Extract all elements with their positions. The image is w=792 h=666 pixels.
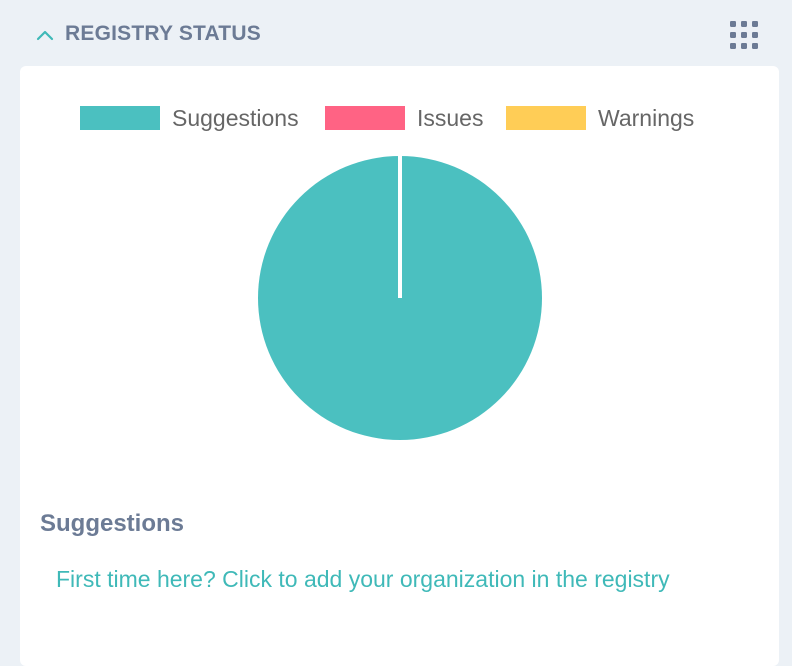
- legend-swatch-suggestions: [80, 106, 160, 130]
- panel-header: REGISTRY STATUS: [0, 0, 792, 66]
- suggestions-heading: Suggestions: [40, 510, 185, 537]
- legend-label-issues: Issues: [417, 105, 484, 131]
- registry-status-card: Suggestions Issues Warnings Suggestions …: [20, 66, 779, 666]
- grid-dots-icon[interactable]: [729, 20, 759, 50]
- add-organization-link[interactable]: First time here? Click to add your organ…: [56, 564, 696, 595]
- panel-title: REGISTRY STATUS: [65, 22, 261, 45]
- legend-label-suggestions: Suggestions: [172, 105, 299, 131]
- legend-label-warnings: Warnings: [598, 105, 695, 131]
- chevron-up-icon[interactable]: [34, 22, 56, 46]
- legend-swatch-issues: [325, 106, 405, 130]
- pie-chart[interactable]: [254, 152, 546, 444]
- legend-swatch-warnings: [506, 106, 586, 130]
